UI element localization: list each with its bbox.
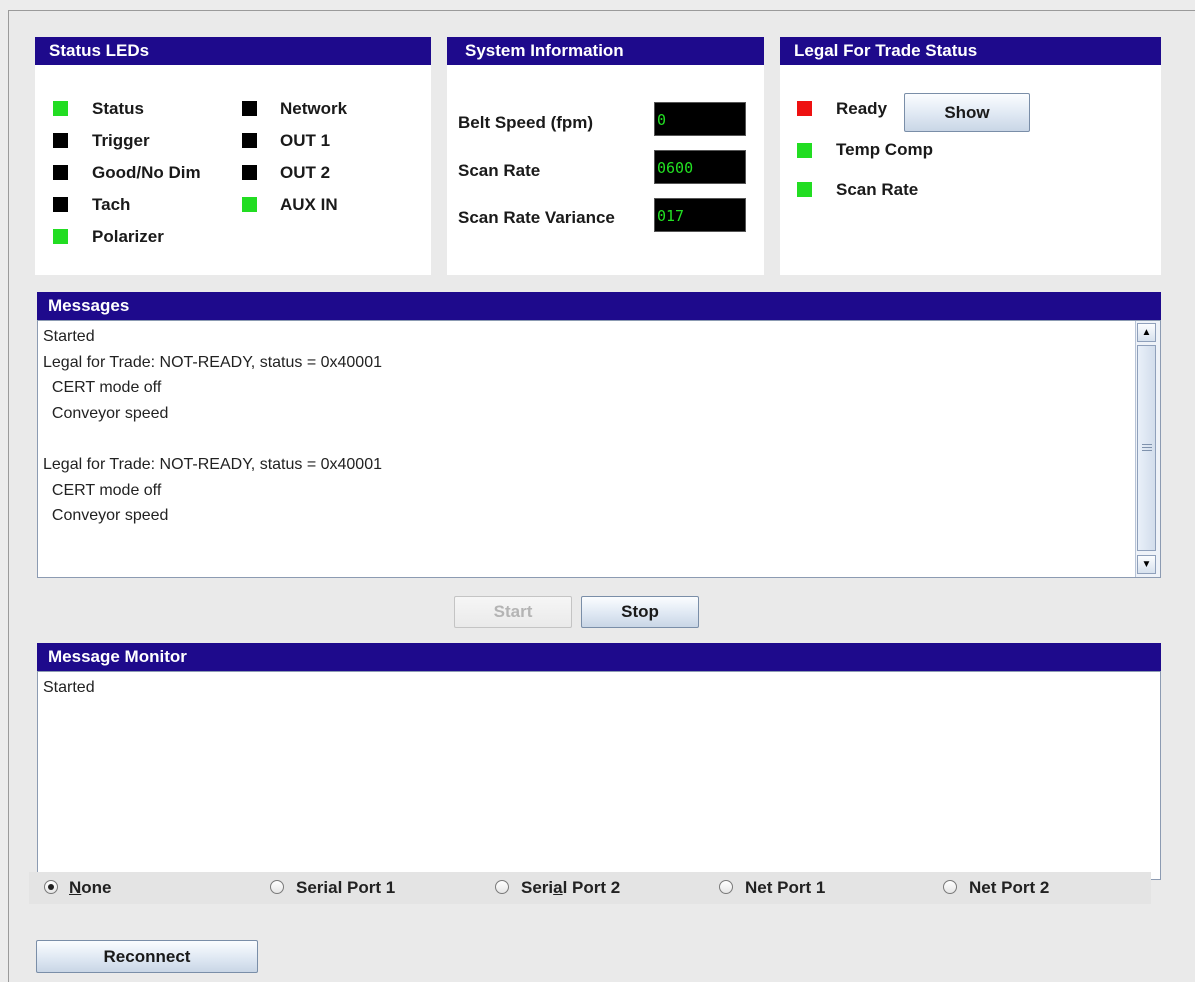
system-information-title: System Information (447, 37, 764, 65)
radio-serial-port-1-label[interactable]: Serial Port 1 (296, 878, 395, 898)
led-trigger-label: Trigger (92, 131, 150, 150)
scan-rate-status-indicator (797, 182, 812, 197)
led-aux-in-indicator (242, 197, 257, 212)
scroll-down-arrow-icon[interactable]: ▼ (1137, 555, 1156, 574)
messages-textarea[interactable]: Started Legal for Trade: NOT-READY, stat… (37, 320, 1161, 578)
led-network-indicator (242, 101, 257, 116)
led-network-label: Network (280, 99, 348, 118)
legal-for-trade-title: Legal For Trade Status (780, 37, 1161, 65)
message-line (43, 426, 1130, 452)
radio-net-port-1-label[interactable]: Net Port 1 (745, 878, 825, 898)
ready-indicator (797, 101, 812, 116)
led-tach-label: Tach (92, 195, 131, 214)
scan-rate-status-label: Scan Rate (836, 180, 919, 199)
status-leds-panel: Status LEDs Status Trigger Good/No Dim T… (35, 37, 431, 275)
message-monitor-title: Message Monitor (37, 643, 1161, 671)
message-monitor-panel: Message Monitor Started (37, 643, 1161, 880)
belt-speed-label: Belt Speed (fpm) (458, 113, 594, 132)
show-button[interactable]: Show (904, 93, 1030, 132)
radio-none-label[interactable]: None (69, 878, 112, 898)
radio-none[interactable] (44, 880, 58, 894)
scroll-thumb[interactable] (1137, 345, 1156, 551)
led-polarizer-label: Polarizer (92, 227, 164, 246)
scan-rate-field: 0600 (654, 150, 746, 184)
led-trigger-indicator (53, 133, 68, 148)
system-information-panel: System Information Belt Speed (fpm) 0 Sc… (447, 37, 764, 275)
monitor-line: Started (43, 679, 95, 696)
led-out1-label: OUT 1 (280, 131, 331, 150)
radio-serial-port-2-label[interactable]: Serial Port 2 (521, 878, 620, 898)
message-line: CERT mode off (43, 481, 162, 499)
led-status-label: Status (92, 99, 144, 118)
temp-comp-label: Temp Comp (836, 140, 933, 159)
led-aux-in-label: AUX IN (280, 195, 338, 214)
start-button[interactable]: Start (454, 596, 572, 628)
reconnect-button[interactable]: Reconnect (36, 940, 258, 973)
messages-panel: Messages Started Legal for Trade: NOT-RE… (37, 292, 1161, 578)
radio-net-port-2[interactable] (943, 880, 957, 894)
message-monitor-textarea[interactable]: Started (37, 671, 1161, 880)
led-out2-indicator (242, 165, 257, 180)
stop-button[interactable]: Stop (581, 596, 699, 628)
led-good-no-dim-indicator (53, 165, 68, 180)
message-line: Legal for Trade: NOT-READY, status = 0x4… (43, 353, 382, 371)
led-out1-indicator (242, 133, 257, 148)
message-line: Conveyor speed (43, 404, 169, 422)
status-leds-title: Status LEDs (35, 37, 431, 65)
message-line: CERT mode off (43, 379, 162, 397)
scan-rate-label: Scan Rate (458, 161, 541, 180)
radio-net-port-2-label[interactable]: Net Port 2 (969, 878, 1049, 898)
radio-serial-port-2[interactable] (495, 880, 509, 894)
legal-for-trade-panel: Legal For Trade Status Ready Show Temp C… (780, 37, 1161, 275)
scroll-up-arrow-icon[interactable]: ▲ (1137, 323, 1156, 342)
scan-rate-variance-label: Scan Rate Variance (458, 208, 615, 227)
ready-label: Ready (836, 99, 888, 118)
message-line: Legal for Trade: NOT-READY, status = 0x4… (43, 455, 382, 473)
port-selector: None Serial Port 1 Serial Port 2 Net Por… (29, 872, 1151, 904)
led-good-no-dim-label: Good/No Dim (92, 163, 201, 182)
message-line: Started (43, 328, 95, 345)
radio-net-port-1[interactable] (719, 880, 733, 894)
scan-rate-variance-field: 017 (654, 198, 746, 232)
led-status-indicator (53, 101, 68, 116)
belt-speed-field: 0 (654, 102, 746, 136)
message-line: Conveyor speed (43, 507, 169, 525)
led-out2-label: OUT 2 (280, 163, 331, 182)
temp-comp-indicator (797, 143, 812, 158)
led-polarizer-indicator (53, 229, 68, 244)
led-tach-indicator (53, 197, 68, 212)
messages-scrollbar[interactable]: ▲ ▼ (1135, 321, 1160, 577)
radio-serial-port-1[interactable] (270, 880, 284, 894)
messages-title: Messages (37, 292, 1161, 320)
